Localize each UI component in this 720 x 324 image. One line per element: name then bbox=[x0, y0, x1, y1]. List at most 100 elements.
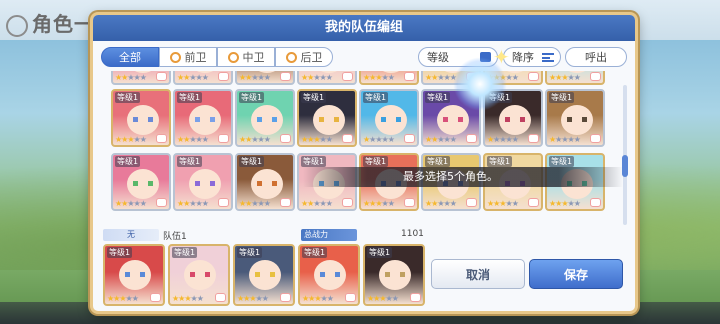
rarity-stars: ★★★★★ bbox=[425, 199, 457, 208]
team-members: 等级1 ★★★★★ 等级1 ★★★★★ 等级1 ★★★★★ 等级1 ★★★★★ 等级1 ★★★★★ bbox=[103, 244, 425, 306]
level-label: 等级1 bbox=[363, 92, 389, 103]
level-label: 等级1 bbox=[301, 156, 327, 167]
save-button[interactable]: 保存 bbox=[529, 259, 623, 289]
character-eyes bbox=[320, 272, 340, 277]
character-row: 等级1 ★★★★★ 等级1 ★★★★★ 等级1 ★★★★★ 等级1 ★★★★★ 等级1 ★★★★★… bbox=[111, 89, 605, 147]
level-label: 等级1 bbox=[239, 156, 265, 167]
level-label: 等级1 bbox=[237, 247, 263, 258]
rank-icon bbox=[156, 72, 167, 81]
filter-tab-front[interactable]: 前卫 bbox=[159, 47, 217, 67]
rank-icon bbox=[466, 134, 477, 143]
character-eyes bbox=[195, 117, 215, 122]
character-card[interactable]: 等级1 ★★★★★ bbox=[297, 89, 357, 147]
rank-icon bbox=[590, 134, 601, 143]
sparkle-star-icon: ✦ bbox=[493, 45, 510, 69]
character-card[interactable]: 等级1 ★★★★★ bbox=[363, 244, 425, 306]
rank-icon bbox=[218, 72, 229, 81]
character-card[interactable]: 等级1 ★★★★★ bbox=[233, 244, 295, 306]
character-card[interactable]: 等级1 ★★★★★ bbox=[298, 244, 360, 306]
rank-icon bbox=[215, 293, 226, 302]
character-card[interactable]: ★★★★★ bbox=[297, 71, 357, 85]
rarity-stars: ★★★★★ bbox=[425, 135, 457, 144]
rarity-stars: ★★★★★ bbox=[363, 135, 395, 144]
selection-limit-toast: 最多选择5个角色。 bbox=[303, 167, 623, 187]
team-name: 队伍1 bbox=[163, 232, 187, 242]
character-eyes bbox=[319, 117, 339, 122]
rarity-stars: ★★★★★ bbox=[177, 199, 209, 208]
character-card[interactable]: 等级1 ★★★★★ bbox=[235, 89, 295, 147]
level-label: 等级1 bbox=[302, 247, 328, 258]
filter-tab-label: 后卫 bbox=[300, 51, 323, 64]
rank-icon bbox=[404, 198, 415, 207]
rarity-stars: ★★★★★ bbox=[107, 294, 139, 303]
character-card[interactable]: 等级1 ★★★★★ bbox=[173, 89, 233, 147]
cancel-button[interactable]: 取消 bbox=[431, 259, 525, 289]
rank-icon bbox=[528, 198, 539, 207]
character-card[interactable]: ★★★★★ bbox=[235, 71, 295, 85]
rank-icon bbox=[410, 293, 421, 302]
character-eyes bbox=[567, 117, 587, 122]
team-slot-label: 无 bbox=[103, 229, 159, 241]
sort-field-label: 等级 bbox=[427, 51, 449, 64]
rarity-stars: ★★★★★ bbox=[239, 135, 271, 144]
filter-tab-back[interactable]: 后卫 bbox=[275, 47, 333, 67]
rarity-stars: ★★★★★ bbox=[115, 73, 147, 82]
dialog-title: 我的队伍编组 bbox=[93, 15, 635, 41]
rarity-stars: ★★★★★ bbox=[487, 135, 519, 144]
level-label: 等级1 bbox=[301, 92, 327, 103]
level-label: 等级1 bbox=[363, 156, 389, 167]
character-eyes bbox=[133, 181, 153, 186]
rarity-stars: ★★★★★ bbox=[172, 294, 204, 303]
sort-order-label: 降序 bbox=[512, 51, 534, 64]
character-card[interactable]: ★★★★★ bbox=[545, 71, 605, 85]
character-card[interactable]: ★★★★★ bbox=[111, 71, 171, 85]
character-card[interactable]: 等级1 ★★★★★ bbox=[111, 89, 171, 147]
position-icon bbox=[285, 51, 297, 63]
rank-icon bbox=[590, 198, 601, 207]
filter-tab-middle[interactable]: 中卫 bbox=[217, 47, 275, 67]
character-card[interactable]: ★★★★★ bbox=[359, 71, 419, 85]
filter-tab-all[interactable]: 全部 bbox=[101, 47, 159, 67]
sort-lines-icon bbox=[542, 53, 554, 62]
character-eyes bbox=[133, 117, 153, 122]
rarity-stars: ★★★★★ bbox=[239, 73, 271, 82]
sort-order-button[interactable]: 降序 bbox=[503, 47, 561, 67]
rank-icon bbox=[466, 198, 477, 207]
rarity-stars: ★★★★★ bbox=[301, 73, 333, 82]
character-card[interactable]: 等级1 ★★★★★ bbox=[173, 153, 233, 211]
character-eyes bbox=[125, 272, 145, 277]
character-card[interactable]: 等级1 ★★★★★ bbox=[168, 244, 230, 306]
rarity-stars: ★★★★★ bbox=[367, 294, 399, 303]
level-label: 等级1 bbox=[107, 247, 133, 258]
rank-icon bbox=[280, 198, 291, 207]
level-label: 等级1 bbox=[115, 92, 141, 103]
rarity-stars: ★★★★★ bbox=[301, 135, 333, 144]
rarity-stars: ★★★★★ bbox=[115, 135, 147, 144]
character-card[interactable]: ★★★★★ bbox=[173, 71, 233, 85]
team-edit-dialog: 我的队伍编组 全部 前卫 中卫 后卫 等级 降序 呼出 ★★★★★ ★★★★★ ★★… bbox=[90, 12, 638, 314]
level-label: 等级1 bbox=[177, 92, 203, 103]
character-card[interactable]: 等级1 ★★★★★ bbox=[111, 153, 171, 211]
rank-icon bbox=[280, 293, 291, 302]
character-card[interactable]: 等级1 ★★★★★ bbox=[545, 89, 605, 147]
character-card[interactable]: 等级1 ★★★★★ bbox=[103, 244, 165, 306]
rarity-stars: ★★★★★ bbox=[115, 199, 147, 208]
rank-icon bbox=[218, 134, 229, 143]
rank-icon bbox=[156, 134, 167, 143]
character-eyes bbox=[257, 117, 277, 122]
character-eyes bbox=[505, 117, 525, 122]
level-label: 等级1 bbox=[549, 156, 575, 167]
call-button-label: 呼出 bbox=[585, 51, 607, 64]
rarity-stars: ★★★★★ bbox=[487, 199, 519, 208]
rarity-stars: ★★★★★ bbox=[301, 199, 333, 208]
rarity-stars: ★★★★★ bbox=[363, 73, 395, 82]
call-button[interactable]: 呼出 bbox=[565, 47, 627, 67]
filter-tab-label: 前卫 bbox=[184, 51, 207, 64]
character-card[interactable]: 等级1 ★★★★★ bbox=[359, 89, 419, 147]
character-grid: ★★★★★ ★★★★★ ★★★★★ ★★★★★ ★★★★★ ★★★★★ ★★★★★ ★★★★★… bbox=[101, 71, 619, 229]
character-eyes bbox=[257, 181, 277, 186]
character-card[interactable]: 等级1 ★★★★★ bbox=[235, 153, 295, 211]
rank-icon bbox=[404, 72, 415, 81]
level-label: 等级1 bbox=[115, 156, 141, 167]
rarity-stars: ★★★★★ bbox=[239, 199, 271, 208]
